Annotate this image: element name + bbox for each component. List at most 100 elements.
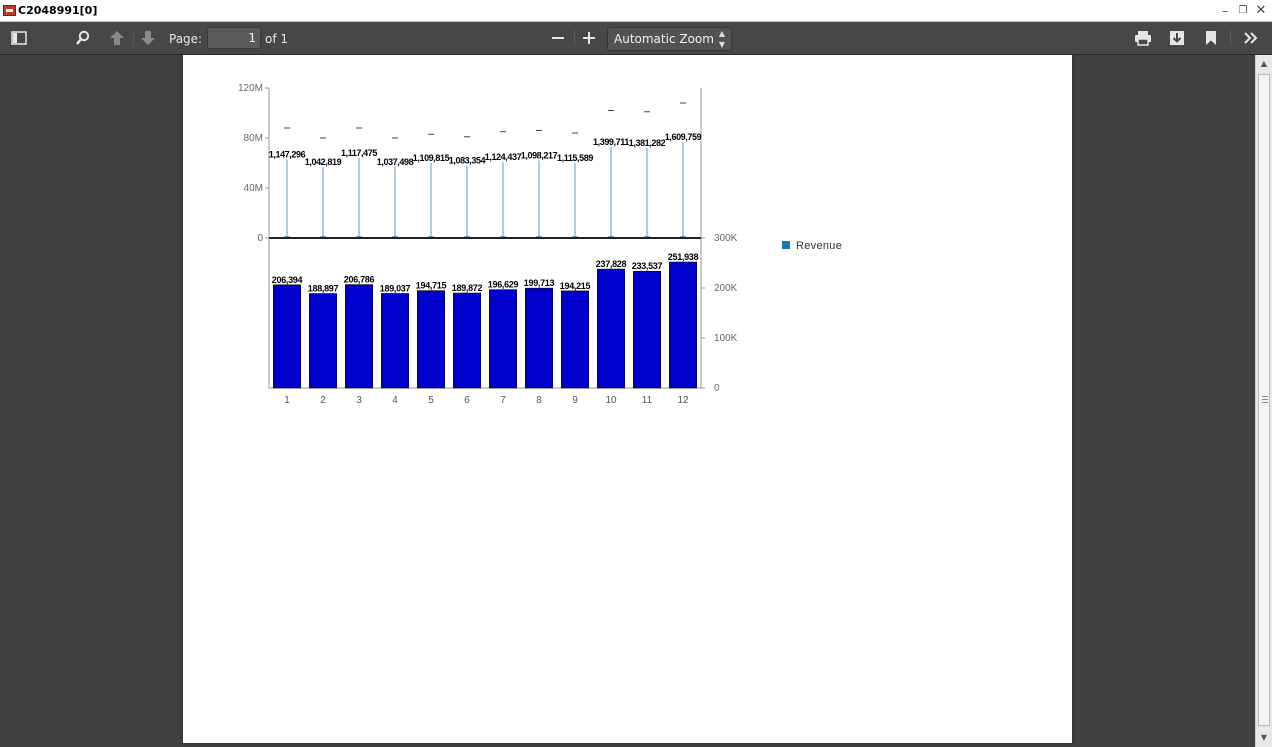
x-tick-label: 9	[572, 395, 578, 406]
pdf-page: 0 40M 80M 120M 1,147,296 1,042,819 1,117,475 1,…	[183, 55, 1072, 743]
revenue-chart: 040M80M120M1,147,2961,042,8191,117,4751,…	[238, 83, 842, 406]
bar-data-label: 196,629	[488, 280, 519, 290]
download-button[interactable]	[1164, 27, 1190, 49]
top-data-label: 1,147,296	[269, 149, 306, 159]
arrow-down-icon	[141, 31, 155, 45]
bottom-y-tick-label: 200K	[714, 283, 738, 294]
revenue-bar	[597, 268, 625, 389]
grip-icon	[1262, 396, 1268, 403]
bar-data-label: 194,715	[416, 281, 447, 291]
sidebar-icon	[11, 31, 27, 45]
revenue-bar	[525, 287, 553, 389]
bar-data-label: 206,786	[344, 275, 375, 285]
window-title: C2048991[0]	[18, 4, 98, 17]
x-tick-label: 6	[464, 395, 470, 406]
bottom-y-tick-label: 300K	[714, 233, 738, 244]
double-chevron-right-icon	[1244, 32, 1258, 44]
document-viewer[interactable]: 0 40M 80M 120M 1,147,296 1,042,819 1,117,475 1,…	[0, 55, 1255, 747]
top-data-label: 1,115,589	[557, 153, 593, 163]
bar-data-label: 188,897	[308, 284, 339, 294]
scroll-up-arrow-icon[interactable]: ▲	[1256, 56, 1272, 72]
revenue-bar	[561, 290, 589, 389]
toolbar-separator	[133, 30, 134, 46]
maximize-button[interactable]: ❐	[1235, 3, 1251, 19]
x-tick-label: 1	[284, 395, 290, 406]
bar-data-label: 199,713	[524, 278, 555, 288]
revenue-bar	[453, 292, 481, 389]
top-data-label: 1,037,498	[377, 157, 414, 167]
revenue-bar	[669, 261, 697, 389]
bar-data-label: 189,872	[452, 283, 483, 293]
sidebar-toggle-button[interactable]	[6, 27, 32, 49]
revenue-bar	[273, 284, 301, 389]
bookmark-icon	[1206, 31, 1216, 45]
print-button[interactable]	[1130, 27, 1156, 49]
legend-swatch	[782, 241, 790, 249]
tools-button[interactable]	[1238, 27, 1264, 49]
printer-icon	[1135, 31, 1151, 46]
x-tick-label: 2	[320, 395, 326, 406]
revenue-bar	[309, 293, 337, 389]
bar-data-label: 206,394	[272, 275, 303, 285]
bookmark-button[interactable]	[1198, 27, 1224, 49]
updown-arrow-icon: ▲ ▼	[718, 29, 725, 49]
page-label: Page:	[169, 32, 203, 46]
toolbar-separator	[574, 30, 575, 46]
find-button[interactable]	[70, 27, 96, 49]
zoom-select-value: Automatic Zoom	[614, 32, 714, 46]
x-tick-label: 5	[428, 395, 434, 406]
revenue-bar	[381, 293, 409, 389]
top-data-label: 1,124,437	[485, 152, 522, 162]
scroll-thumb[interactable]	[1258, 74, 1270, 726]
revenue-bar	[633, 270, 661, 389]
window-titlebar: C2048991[0] – ❐ ✕	[0, 0, 1272, 22]
x-tick-label: 8	[536, 395, 542, 406]
previous-page-button[interactable]	[104, 27, 130, 49]
top-data-label: 1,083,354	[449, 156, 486, 166]
top-data-label: 1,109,815	[413, 153, 450, 163]
top-data-label: 1,042,819	[305, 157, 342, 167]
bar-data-label: 233,537	[632, 261, 663, 271]
download-icon	[1170, 31, 1184, 45]
pdf-app-icon	[3, 5, 16, 16]
revenue-bar	[345, 284, 373, 389]
pdf-toolbar: Page: 1 of 1 Automatic Zoom ▲ ▼	[0, 22, 1272, 55]
legend-label: Revenue	[796, 240, 842, 252]
bottom-y-tick-label: 100K	[714, 333, 738, 344]
page-number-input[interactable]: 1	[207, 27, 261, 49]
top-y-tick-label: 0	[257, 233, 263, 244]
top-data-label: 1,609,759	[665, 132, 702, 142]
page-count: of 1	[265, 32, 289, 46]
zoom-select[interactable]: Automatic Zoom ▲ ▼	[607, 27, 732, 51]
top-data-label: 1,399,711	[593, 137, 629, 147]
x-tick-label: 3	[356, 395, 362, 406]
top-data-label: 1,098,217	[521, 151, 558, 161]
vertical-scrollbar[interactable]: ▲ ▼	[1255, 55, 1272, 747]
x-tick-label: 4	[392, 395, 398, 406]
revenue-bar	[489, 289, 517, 389]
minus-icon	[552, 37, 564, 39]
revenue-bar	[417, 290, 445, 389]
minimize-button[interactable]: –	[1217, 3, 1233, 19]
arrow-up-icon	[110, 31, 124, 45]
x-tick-label: 7	[500, 395, 506, 406]
search-icon	[76, 30, 90, 45]
bar-data-label: 237,828	[596, 259, 627, 269]
x-tick-label: 11	[642, 395, 653, 406]
top-y-tick-label: 120M	[238, 83, 263, 94]
x-tick-label: 10	[605, 395, 617, 406]
plus-icon	[583, 32, 595, 44]
top-data-label: 1,117,475	[341, 148, 377, 158]
close-button[interactable]: ✕	[1253, 3, 1269, 19]
zoom-in-button[interactable]	[576, 27, 602, 49]
bar-data-label: 194,215	[560, 281, 591, 291]
bottom-y-tick-label: 0	[714, 383, 720, 394]
scroll-down-arrow-icon[interactable]: ▼	[1256, 730, 1272, 746]
top-y-tick-label: 40M	[244, 183, 263, 194]
top-data-label: 1,381,282	[629, 138, 666, 148]
next-page-button[interactable]	[135, 27, 161, 49]
bar-data-label: 251,938	[668, 252, 699, 262]
zoom-out-button[interactable]	[545, 27, 571, 49]
bar-data-label: 189,037	[380, 283, 411, 293]
x-tick-label: 12	[677, 395, 689, 406]
